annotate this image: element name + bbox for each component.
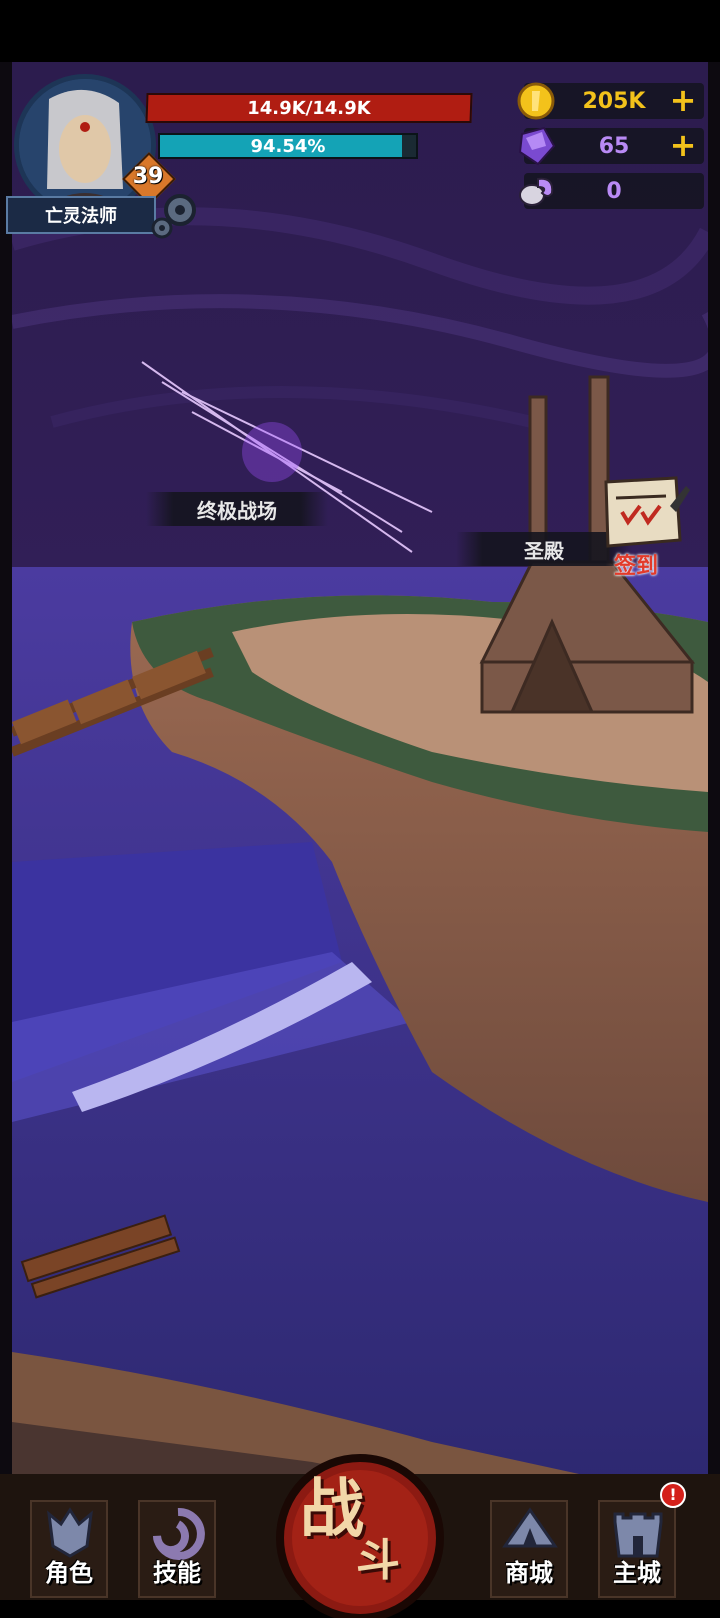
- nav-main-city[interactable]: 主城: [598, 1500, 676, 1598]
- gems-row: 65 +: [518, 126, 704, 166]
- purple-crystal-icon: [518, 126, 556, 166]
- fight-button[interactable]: 战 斗: [262, 1448, 458, 1618]
- frame-right: [708, 62, 720, 1502]
- fight-label-b: 斗: [356, 1535, 400, 1586]
- map-background: [12, 62, 708, 1502]
- hp-bar: 14.9K/14.9K: [145, 93, 473, 123]
- fight-label-a: 战: [300, 1473, 364, 1547]
- level-value: 39: [132, 164, 164, 189]
- nav-skills-label: 技能: [153, 1559, 201, 1587]
- add-gems-button[interactable]: +: [668, 129, 698, 161]
- frame-left: [0, 62, 12, 1502]
- gold-row: 205K +: [517, 82, 704, 120]
- class-name: 亡灵法师: [6, 196, 156, 234]
- skulls-row: 0: [519, 173, 704, 209]
- nav-shop-label: 商城: [505, 1559, 553, 1587]
- nav-skills[interactable]: 技能: [138, 1500, 216, 1598]
- helmet-icon: [47, 1507, 93, 1558]
- tent-icon: [502, 1507, 558, 1548]
- hp-text: 14.9K/14.9K: [246, 97, 372, 119]
- world-map[interactable]: [12, 62, 708, 1502]
- nav-main-city-label: 主城: [613, 1559, 661, 1587]
- mp-text: 94.54%: [250, 135, 326, 157]
- signin-label: 签到: [613, 554, 658, 579]
- castle-icon: [613, 1512, 663, 1558]
- nav-character[interactable]: 角色: [30, 1500, 108, 1598]
- gems-value: 65: [598, 133, 630, 159]
- calendar-icon: [604, 476, 690, 548]
- settings-button[interactable]: [150, 190, 202, 242]
- status-bar: [0, 0, 720, 62]
- skulls-value: 0: [606, 178, 622, 204]
- add-gold-button[interactable]: +: [668, 84, 698, 116]
- nav-character-label: 角色: [45, 1559, 93, 1587]
- gear-icon: [151, 194, 196, 239]
- mp-bar: 94.54%: [158, 133, 418, 159]
- gold-coin-icon: [517, 82, 555, 120]
- ram-skull-icon: [519, 177, 554, 206]
- swirl-icon: [152, 1507, 205, 1560]
- ultimate-arena-label[interactable]: 终极战场: [146, 492, 328, 526]
- nav-shop[interactable]: 商城: [490, 1500, 568, 1598]
- main-city-alert-badge: !: [660, 1482, 686, 1508]
- gold-value: 205K: [582, 88, 646, 114]
